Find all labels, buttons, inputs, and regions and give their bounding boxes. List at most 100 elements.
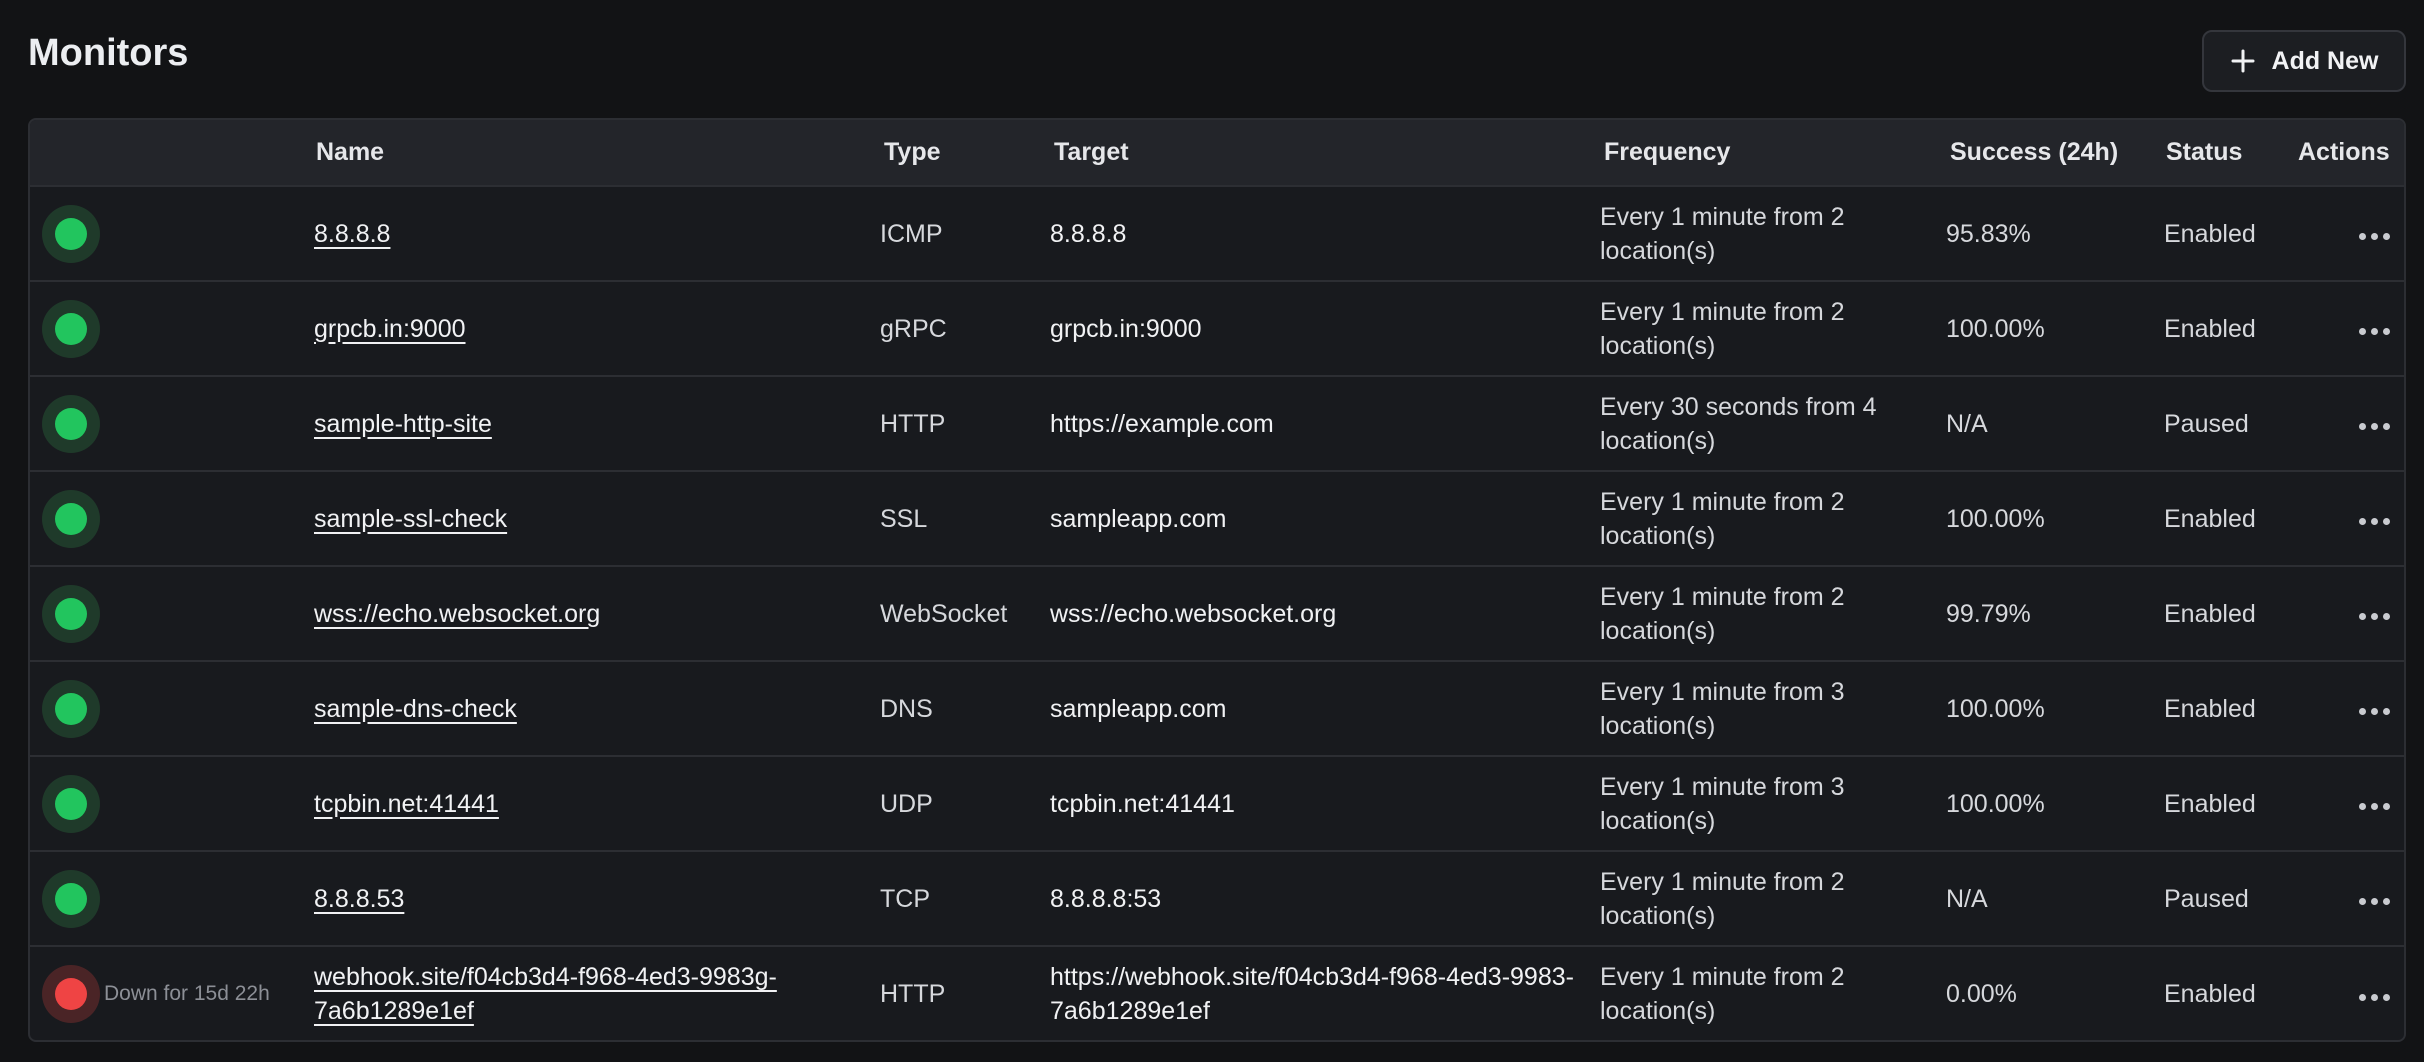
monitor-name-link[interactable]: 8.8.8.8: [314, 217, 390, 251]
success-cell: 99.79%: [1946, 599, 2031, 628]
more-horizontal-icon[interactable]: [2349, 982, 2399, 1012]
more-horizontal-icon[interactable]: [2349, 602, 2399, 632]
health-indicator: [30, 204, 314, 263]
page-title: Monitors: [28, 32, 189, 74]
status-dot-up-icon: [42, 204, 100, 263]
name-cell: wss://echo.websocket.org: [314, 566, 880, 661]
more-horizontal-icon[interactable]: [2349, 507, 2399, 537]
monitor-name-link[interactable]: 8.8.8.53: [314, 882, 404, 916]
monitors-page: Monitors Add New Name Type Target Freque…: [0, 0, 2424, 1062]
monitor-name-link[interactable]: wss://echo.websocket.org: [314, 597, 600, 631]
monitor-name-link[interactable]: sample-ssl-check: [314, 502, 507, 536]
actions-cell: [2294, 186, 2404, 281]
frequency-cell: Every 1 minute from 2 location(s): [1600, 582, 1845, 645]
status-cell: Enabled: [2164, 504, 2256, 533]
status-dot: [55, 787, 87, 820]
monitors-table: Name Type Target Frequency Success (24h)…: [28, 118, 2406, 1042]
health-cell: [30, 851, 314, 946]
status-dot-up-icon: [42, 489, 100, 548]
actions-cell: [2294, 566, 2404, 661]
header-status: Status: [2164, 120, 2294, 187]
frequency-cell: Every 30 seconds from 4 location(s): [1600, 392, 1877, 455]
name-cell: 8.8.8.8: [314, 186, 880, 281]
success-cell: 0.00%: [1946, 980, 2017, 1008]
header-health: [30, 120, 314, 187]
more-horizontal-icon[interactable]: [2349, 697, 2399, 727]
type-cell: ICMP: [880, 219, 943, 248]
frequency-cell: Every 1 minute from 2 location(s): [1600, 963, 1845, 1025]
header-type: Type: [880, 120, 1050, 187]
target-cell: sampleapp.com: [1050, 694, 1227, 723]
actions-cell: [2294, 281, 2404, 376]
name-cell: grpcb.in:9000: [314, 281, 880, 376]
status-dot-up-icon: [42, 299, 100, 358]
table-row: Down for 15d 22h webhook.site/f04cb3d4-f9…: [30, 946, 2404, 1040]
actions-cell: [2294, 661, 2404, 756]
health-cell: [30, 281, 314, 376]
table-row: sample-dns-check DNS sampleapp.com Every 1 …: [30, 661, 2404, 756]
actions-cell: [2294, 471, 2404, 566]
success-cell: N/A: [1946, 409, 1988, 438]
health-cell: [30, 756, 314, 851]
type-cell: HTTP: [880, 980, 946, 1008]
more-horizontal-icon[interactable]: [2349, 887, 2399, 917]
name-cell: sample-dns-check: [314, 661, 880, 756]
target-cell: https://webhook.site/f04cb3d4-f968-4ed3-…: [1050, 963, 1574, 1025]
status-cell: Enabled: [2164, 980, 2256, 1008]
success-cell: 100.00%: [1946, 694, 2045, 723]
health-cell: [30, 186, 314, 281]
frequency-cell: Every 1 minute from 3 location(s): [1600, 677, 1845, 740]
health-indicator: [30, 489, 314, 548]
actions-cell: [2294, 756, 2404, 851]
more-horizontal-icon[interactable]: [2349, 317, 2399, 347]
status-dot-up-icon: [42, 584, 100, 643]
frequency-cell: Every 1 minute from 2 location(s): [1600, 297, 1845, 360]
actions-cell: [2294, 946, 2404, 1040]
table-row: 8.8.8.53 TCP 8.8.8.8:53 Every 1 minute from…: [30, 851, 2404, 946]
success-cell: 100.00%: [1946, 504, 2045, 533]
status-dot-up-icon: [42, 869, 100, 928]
actions-cell: [2294, 851, 2404, 946]
down-duration: Down for 15d 22h: [104, 982, 270, 1005]
type-cell: HTTP: [880, 409, 946, 438]
health-indicator: [30, 299, 314, 358]
type-cell: WebSocket: [880, 599, 1008, 628]
success-cell: 95.83%: [1946, 219, 2031, 248]
health-indicator: [30, 394, 314, 453]
monitor-name-link[interactable]: tcpbin.net:41441: [314, 787, 499, 821]
table-header-row: Name Type Target Frequency Success (24h)…: [30, 120, 2404, 187]
more-horizontal-icon[interactable]: [2349, 792, 2399, 822]
table-row: grpcb.in:9000 gRPC grpcb.in:9000 Every 1 mi…: [30, 281, 2404, 376]
table-row: tcpbin.net:41441 UDP tcpbin.net:41441 Every…: [30, 756, 2404, 851]
status-cell: Paused: [2164, 884, 2249, 913]
type-cell: gRPC: [880, 314, 947, 343]
frequency-cell: Every 1 minute from 2 location(s): [1600, 487, 1845, 550]
health-cell: [30, 471, 314, 566]
actions-cell: [2294, 376, 2404, 471]
more-horizontal-icon[interactable]: [2349, 412, 2399, 442]
add-new-button[interactable]: Add New: [2202, 30, 2406, 92]
header-name: Name: [314, 120, 880, 187]
status-cell: Enabled: [2164, 694, 2256, 723]
monitor-name-link[interactable]: grpcb.in:9000: [314, 312, 466, 346]
type-cell: TCP: [880, 884, 930, 913]
status-dot: [55, 882, 87, 915]
table-row: wss://echo.websocket.org WebSocket wss://e…: [30, 566, 2404, 661]
monitor-name-link[interactable]: webhook.site/f04cb3d4-f968-4ed3-9983g-7a…: [314, 960, 880, 1028]
status-dot-up-icon: [42, 774, 100, 833]
monitor-name-link[interactable]: sample-http-site: [314, 407, 492, 441]
header-actions: Actions: [2294, 120, 2404, 187]
status-dot: [55, 217, 87, 250]
status-dot: [55, 312, 87, 345]
target-cell: wss://echo.websocket.org: [1050, 599, 1337, 628]
success-cell: N/A: [1946, 884, 1988, 913]
target-cell: 8.8.8.8: [1050, 219, 1127, 248]
status-dot-up-icon: [42, 679, 100, 738]
header-success: Success (24h): [1946, 120, 2164, 187]
table-row: 8.8.8.8 ICMP 8.8.8.8 Every 1 minute from 2 …: [30, 186, 2404, 281]
status-dot: [55, 978, 87, 1010]
header-target: Target: [1050, 120, 1600, 187]
more-horizontal-icon[interactable]: [2349, 222, 2399, 252]
success-cell: 100.00%: [1946, 789, 2045, 818]
monitor-name-link[interactable]: sample-dns-check: [314, 692, 517, 726]
